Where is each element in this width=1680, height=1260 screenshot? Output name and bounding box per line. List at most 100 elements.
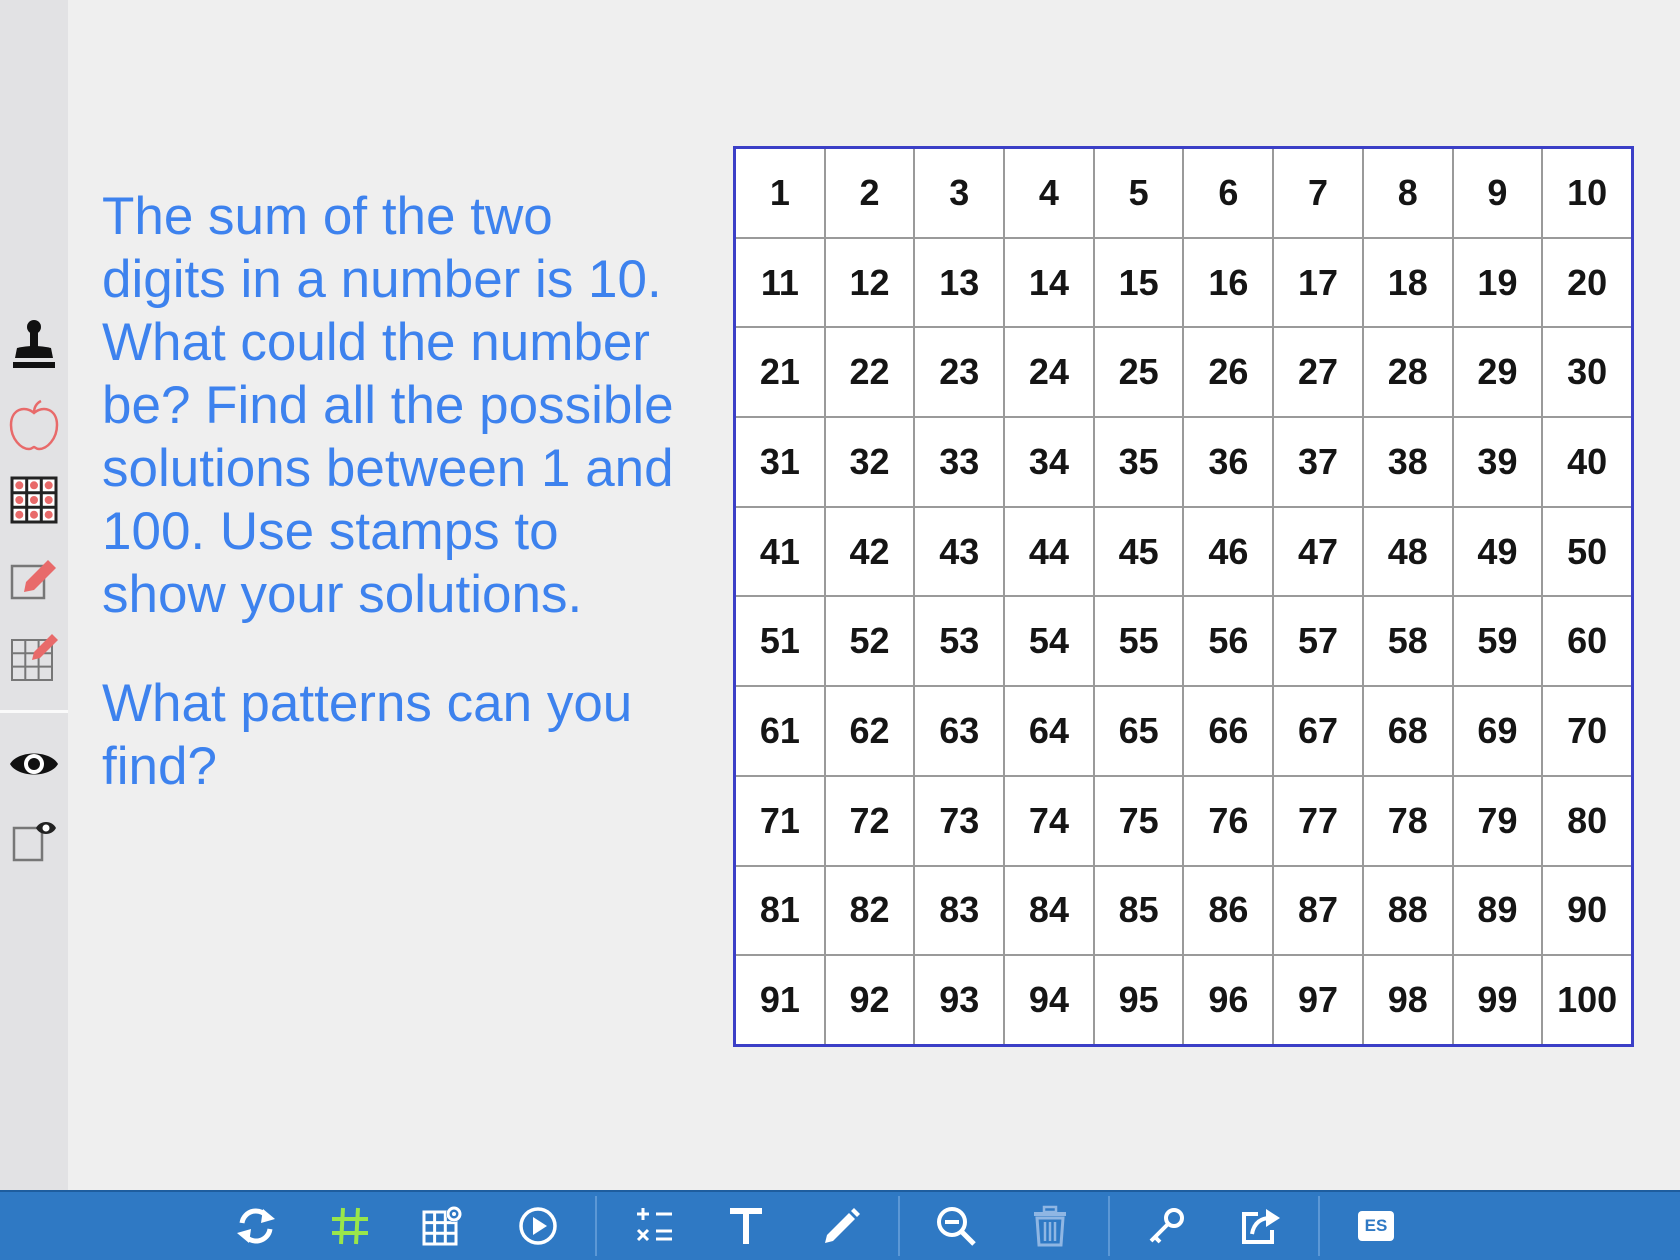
- chart-cell[interactable]: 93: [915, 956, 1004, 1044]
- chart-cell[interactable]: 32: [825, 418, 914, 506]
- chart-cell[interactable]: 89: [1453, 866, 1542, 955]
- chart-cell[interactable]: 36: [1184, 418, 1273, 506]
- text-button[interactable]: [716, 1198, 776, 1254]
- chart-cell[interactable]: 68: [1363, 687, 1452, 775]
- apple-tool-button[interactable]: [4, 394, 64, 458]
- chart-cell[interactable]: 98: [1363, 956, 1452, 1044]
- chart-cell[interactable]: 44: [1005, 507, 1093, 596]
- chart-cell[interactable]: 67: [1274, 687, 1362, 775]
- chart-cell[interactable]: 91: [736, 956, 824, 1044]
- share-button[interactable]: [1230, 1198, 1290, 1254]
- chart-cell[interactable]: 21: [736, 328, 824, 417]
- play-button[interactable]: [508, 1198, 568, 1254]
- chart-cell[interactable]: 28: [1363, 328, 1452, 417]
- chart-cell[interactable]: 69: [1453, 687, 1542, 775]
- chart-cell[interactable]: 30: [1543, 328, 1631, 417]
- zoom-out-button[interactable]: [926, 1198, 986, 1254]
- chart-cell[interactable]: 61: [736, 687, 824, 775]
- chart-cell[interactable]: 76: [1184, 776, 1273, 865]
- chart-cell[interactable]: 16: [1184, 238, 1273, 327]
- chart-cell[interactable]: 65: [1094, 687, 1183, 775]
- chart-cell[interactable]: 42: [825, 507, 914, 596]
- chart-cell[interactable]: 47: [1274, 507, 1362, 596]
- key-button[interactable]: [1136, 1198, 1196, 1254]
- chart-cell[interactable]: 10: [1543, 149, 1631, 237]
- chart-cell[interactable]: 4: [1005, 149, 1093, 237]
- chart-cell[interactable]: 13: [915, 238, 1004, 327]
- chart-cell[interactable]: 9: [1453, 149, 1542, 237]
- chart-cell[interactable]: 8: [1363, 149, 1452, 237]
- chart-cell[interactable]: 41: [736, 507, 824, 596]
- chart-cell[interactable]: 62: [825, 687, 914, 775]
- language-button[interactable]: ES: [1346, 1198, 1406, 1254]
- chart-cell[interactable]: 46: [1184, 507, 1273, 596]
- chart-cell[interactable]: 53: [915, 597, 1004, 686]
- chart-cell[interactable]: 50: [1543, 507, 1631, 596]
- chart-cell[interactable]: 34: [1005, 418, 1093, 506]
- eye-tool-button[interactable]: [4, 732, 64, 796]
- chart-cell[interactable]: 100: [1543, 956, 1631, 1044]
- chart-cell[interactable]: 29: [1453, 328, 1542, 417]
- chart-cell[interactable]: 90: [1543, 866, 1631, 955]
- chart-cell[interactable]: 58: [1363, 597, 1452, 686]
- chart-cell[interactable]: 12: [825, 238, 914, 327]
- chart-cell[interactable]: 20: [1543, 238, 1631, 327]
- operations-button[interactable]: [624, 1198, 684, 1254]
- chart-cell[interactable]: 23: [915, 328, 1004, 417]
- chart-cell[interactable]: 35: [1094, 418, 1183, 506]
- chart-cell[interactable]: 39: [1453, 418, 1542, 506]
- chart-cell[interactable]: 26: [1184, 328, 1273, 417]
- chart-cell[interactable]: 27: [1274, 328, 1362, 417]
- chart-cell[interactable]: 71: [736, 776, 824, 865]
- chart-cell[interactable]: 11: [736, 238, 824, 327]
- chart-cell[interactable]: 82: [825, 866, 914, 955]
- refresh-button[interactable]: [226, 1198, 286, 1254]
- chart-cell[interactable]: 87: [1274, 866, 1362, 955]
- chart-cell[interactable]: 40: [1543, 418, 1631, 506]
- chart-cell[interactable]: 86: [1184, 866, 1273, 955]
- chart-cell[interactable]: 78: [1363, 776, 1452, 865]
- chart-cell[interactable]: 77: [1274, 776, 1362, 865]
- chart-cell[interactable]: 72: [825, 776, 914, 865]
- chart-cell[interactable]: 99: [1453, 956, 1542, 1044]
- edit-box-tool-button[interactable]: [4, 546, 64, 610]
- chart-cell[interactable]: 79: [1453, 776, 1542, 865]
- chart-cell[interactable]: 92: [825, 956, 914, 1044]
- grid-settings-button[interactable]: [412, 1198, 472, 1254]
- chart-cell[interactable]: 25: [1094, 328, 1183, 417]
- chart-cell[interactable]: 6: [1184, 149, 1273, 237]
- chart-cell[interactable]: 97: [1274, 956, 1362, 1044]
- chart-cell[interactable]: 55: [1094, 597, 1183, 686]
- chart-cell[interactable]: 66: [1184, 687, 1273, 775]
- chart-cell[interactable]: 7: [1274, 149, 1362, 237]
- chart-cell[interactable]: 17: [1274, 238, 1362, 327]
- chart-cell[interactable]: 54: [1005, 597, 1093, 686]
- chart-cell[interactable]: 73: [915, 776, 1004, 865]
- chart-cell[interactable]: 49: [1453, 507, 1542, 596]
- chart-cell[interactable]: 80: [1543, 776, 1631, 865]
- box-eye-tool-button[interactable]: [4, 808, 64, 872]
- chart-cell[interactable]: 22: [825, 328, 914, 417]
- chart-cell[interactable]: 18: [1363, 238, 1452, 327]
- chart-cell[interactable]: 19: [1453, 238, 1542, 327]
- pencil-button[interactable]: [812, 1198, 872, 1254]
- chart-cell[interactable]: 81: [736, 866, 824, 955]
- chart-cell[interactable]: 83: [915, 866, 1004, 955]
- chart-cell[interactable]: 1: [736, 149, 824, 237]
- chart-cell[interactable]: 75: [1094, 776, 1183, 865]
- chart-cell[interactable]: 38: [1363, 418, 1452, 506]
- chart-cell[interactable]: 37: [1274, 418, 1362, 506]
- chart-cell[interactable]: 14: [1005, 238, 1093, 327]
- chart-cell[interactable]: 31: [736, 418, 824, 506]
- trash-button[interactable]: [1020, 1198, 1080, 1254]
- chart-cell[interactable]: 94: [1005, 956, 1093, 1044]
- chart-cell[interactable]: 60: [1543, 597, 1631, 686]
- chart-cell[interactable]: 24: [1005, 328, 1093, 417]
- chart-cell[interactable]: 15: [1094, 238, 1183, 327]
- chart-cell[interactable]: 88: [1363, 866, 1452, 955]
- hash-grid-button[interactable]: [320, 1198, 380, 1254]
- edit-grid-tool-button[interactable]: [4, 624, 64, 688]
- chart-cell[interactable]: 48: [1363, 507, 1452, 596]
- chart-cell[interactable]: 2: [825, 149, 914, 237]
- chart-cell[interactable]: 85: [1094, 866, 1183, 955]
